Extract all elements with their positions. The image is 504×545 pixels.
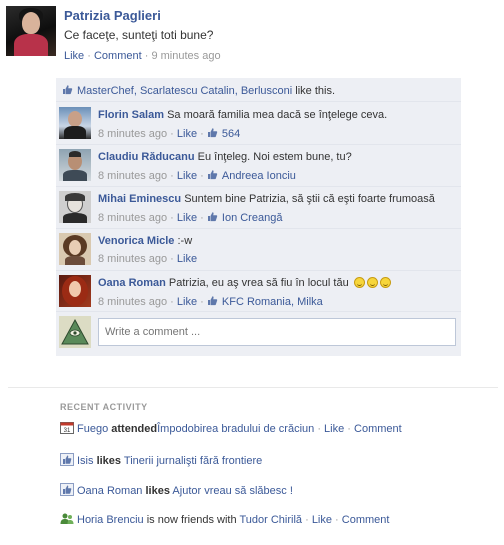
svg-text:31: 31 <box>64 428 71 434</box>
activity-object[interactable]: Ajutor vreau să slăbesc ! <box>172 485 292 497</box>
comment-text: Patrizia, eu aş vrea să fiu în locul tău <box>168 277 349 289</box>
commenter-name[interactable]: Florin Salam <box>98 109 164 121</box>
calendar-icon: 31 <box>60 421 74 434</box>
thumbs-up-icon <box>207 127 218 138</box>
activity-verb: is now <box>146 514 178 526</box>
likers-list[interactable]: MasterChef, Scarlatescu Catalin, Berlusc… <box>77 85 292 97</box>
friends-icon <box>60 512 74 525</box>
commenter-avatar[interactable] <box>59 191 91 223</box>
comment-item: Venorica Micle :-w 8 minutes ago · Like <box>56 229 461 271</box>
likes-summary: MasterChef, Scarlatescu Catalin, Berlusc… <box>56 78 461 102</box>
commenter-avatar[interactable] <box>59 107 91 139</box>
write-comment-row <box>56 312 461 356</box>
comment-text: Suntem bine Patrizia, să ştii că eşti fo… <box>184 193 435 205</box>
activity-item: Oana Roman likes Ajutor vreau să slăbesc… <box>60 483 293 497</box>
like-page-icon <box>60 453 74 466</box>
thumbs-up-icon <box>207 169 218 180</box>
activity-item: Horia Brenciu is now friends with Tudor … <box>60 512 389 526</box>
comment-like-link[interactable]: Like <box>177 212 197 224</box>
commenter-avatar[interactable] <box>59 275 91 307</box>
separator: · <box>87 50 91 62</box>
separator: · <box>144 50 149 62</box>
activity-actor[interactable]: Fuego <box>77 423 108 435</box>
comment-item: Florin Salam Sa moară familia mea dacă s… <box>56 103 461 145</box>
status-post: Patrizia Paglieri Ce faceţe, sunteţi tot… <box>6 6 498 66</box>
comment-likers[interactable]: KFC Romania, Milka <box>222 296 323 308</box>
comments-panel: MasterChef, Scarlatescu Catalin, Berlusc… <box>56 78 461 356</box>
comment-likers[interactable]: Andreea Ionciu <box>222 170 296 182</box>
comment-like-link[interactable]: Like <box>177 296 197 308</box>
activity-item: Isis likes Tinerii jurnalişti fără front… <box>60 453 262 467</box>
commenter-name[interactable]: Mihai Eminescu <box>98 193 181 205</box>
current-user-avatar <box>59 316 91 348</box>
comment-timestamp[interactable]: 8 minutes ago <box>98 296 167 308</box>
comment-text: Sa moară familia mea dacă se înţelege ce… <box>167 109 388 121</box>
post-author-name[interactable]: Patrizia Paglieri <box>64 8 161 23</box>
activity-verb: likes <box>145 485 170 497</box>
commenter-avatar[interactable] <box>59 149 91 181</box>
post-like-link[interactable]: Like <box>64 50 84 62</box>
commenter-avatar[interactable] <box>59 233 91 265</box>
comment-item: Claudiu Răducanu Eu înţeleg. Noi estem b… <box>56 145 461 187</box>
activity-object[interactable]: Împodobirea bradului de crăciun <box>157 423 314 435</box>
activity-verb: likes <box>96 455 122 467</box>
activity-comment-link[interactable]: Comment <box>354 423 402 435</box>
commenter-name[interactable]: Oana Roman <box>98 277 166 289</box>
comment-timestamp[interactable]: 8 minutes ago <box>98 212 167 224</box>
activity-actor[interactable]: Oana Roman <box>77 485 142 497</box>
comment-input[interactable] <box>98 318 456 346</box>
thumbs-up-icon <box>207 211 218 222</box>
activity-comment-link[interactable]: Comment <box>342 514 390 526</box>
activity-object[interactable]: Tudor Chirilă <box>239 514 302 526</box>
like-page-icon <box>60 483 74 496</box>
activity-verb: attended <box>111 423 158 435</box>
activity-verb-friends: friends <box>180 514 214 526</box>
post-text: Ce faceţe, sunteţi toti bune? <box>64 28 214 42</box>
smiley-icon <box>366 277 378 288</box>
comment-text: :-w <box>177 235 193 247</box>
smiley-icon <box>353 277 365 288</box>
comment-timestamp[interactable]: 8 minutes ago <box>98 253 167 265</box>
activity-object[interactable]: Tinerii jurnalişti fără frontiere <box>124 455 262 467</box>
comment-timestamp[interactable]: 8 minutes ago <box>98 128 167 140</box>
comment-likers[interactable]: Ion Creangă <box>222 212 283 224</box>
post-comment-link[interactable]: Comment <box>94 50 142 62</box>
comment-like-link[interactable]: Like <box>177 128 197 140</box>
activity-item: 31 Fuego attendedÎmpodobirea bradului de… <box>60 421 402 435</box>
thumbs-up-icon <box>207 295 218 306</box>
activity-actor[interactable]: Horia Brenciu <box>77 514 144 526</box>
comment-likes-count[interactable]: 564 <box>222 128 240 140</box>
activity-like-link[interactable]: Like <box>324 423 344 435</box>
commenter-name[interactable]: Claudiu Răducanu <box>98 151 195 163</box>
activity-actor[interactable]: Isis <box>77 455 94 467</box>
recent-activity-heading: RECENT ACTIVITY <box>60 402 148 412</box>
activity-like-link[interactable]: Like <box>312 514 332 526</box>
post-meta: Like · Comment · 9 minutes ago <box>64 50 221 62</box>
commenter-name[interactable]: Venorica Micle <box>98 235 174 247</box>
author-avatar[interactable] <box>6 6 56 56</box>
comment-item: Oana Roman Patrizia, eu aş vrea să fiu î… <box>56 271 461 312</box>
smiley-icon <box>379 277 391 288</box>
comment-item: Mihai Eminescu Suntem bine Patrizia, să … <box>56 187 461 229</box>
comment-like-link[interactable]: Like <box>177 170 197 182</box>
thumbs-up-icon <box>62 84 73 95</box>
post-timestamp[interactable]: 9 minutes ago <box>151 50 220 62</box>
section-divider <box>8 387 498 388</box>
comment-timestamp[interactable]: 8 minutes ago <box>98 170 167 182</box>
comment-text: Eu înţeleg. Noi estem bune, tu? <box>197 151 352 163</box>
likes-suffix: like this. <box>292 85 336 97</box>
comment-like-link[interactable]: Like <box>177 253 197 265</box>
activity-verb-with: with <box>217 514 237 526</box>
